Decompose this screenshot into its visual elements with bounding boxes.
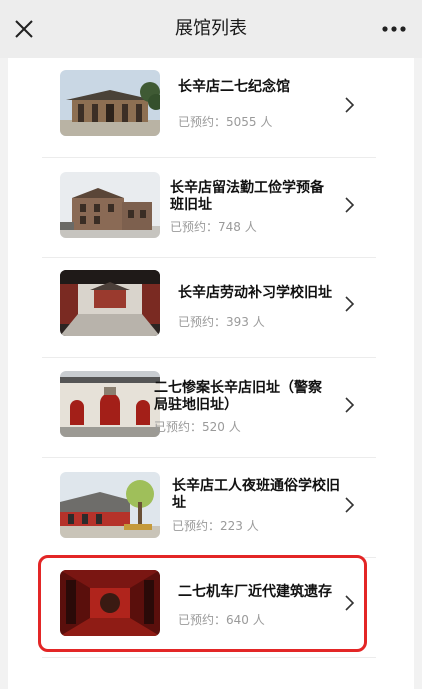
red-interior-photo [60,570,160,636]
venue-item-6[interactable]: 二七机车厂近代建筑遗存 已预约：640 人 [42,558,376,658]
chevron-right-icon [345,397,355,413]
chevron-right-icon [345,296,355,312]
red-door-wall-photo [60,371,160,437]
venue-count: 已预约：640 人 [178,613,265,627]
venue-name: 长辛店劳动补习学校旧址 [178,285,332,301]
venue-count: 已预约：5055 人 [178,115,273,129]
chevron-right-icon [345,595,355,611]
title-bar: 展馆列表 [0,0,422,58]
venue-count: 已预约：748 人 [170,220,257,234]
venue-item-2[interactable]: 长辛店留法勤工俭学预备班旧址 已预约：748 人 [42,158,376,258]
venue-name: 长辛店工人夜班通俗学校旧址 [172,478,340,511]
venue-name: 长辛店留法勤工俭学预备班旧址 [170,180,324,213]
venue-item-4[interactable]: 二七惨案长辛店旧址（警察局驻地旧址） 已预约：520 人 [42,358,376,458]
chevron-right-icon [345,197,355,213]
chevron-right-icon [345,497,355,513]
courtyard-photo [60,270,160,336]
more-button[interactable] [380,18,408,40]
venue-item-3[interactable]: 长辛店劳动补习学校旧址 已预约：393 人 [42,258,376,358]
page-title: 展馆列表 [175,18,247,39]
brick-building-photo [60,172,160,238]
venue-item-1[interactable]: 长辛店二七纪念馆 已预约：5055 人 [42,58,376,158]
venue-name: 二七机车厂近代建筑遗存 [178,584,332,600]
venue-count: 已预约：223 人 [172,519,259,533]
memorial-hall-photo [60,70,160,136]
chevron-right-icon [345,97,355,113]
venue-list-panel: 长辛店二七纪念馆 已预约：5055 人 长辛店留法勤工俭学预备班旧址 已预约：7… [8,58,414,689]
more-icon [382,26,406,32]
divider [42,657,376,658]
venue-count: 已预约：520 人 [154,420,241,434]
venue-name: 二七惨案长辛店旧址（警察局驻地旧址） [154,380,322,413]
venue-item-5[interactable]: 长辛店工人夜班通俗学校旧址 已预约：223 人 [42,458,376,558]
venue-count: 已预约：393 人 [178,315,265,329]
venue-name: 长辛店二七纪念馆 [178,79,290,95]
school-courtyard-photo [60,472,160,538]
